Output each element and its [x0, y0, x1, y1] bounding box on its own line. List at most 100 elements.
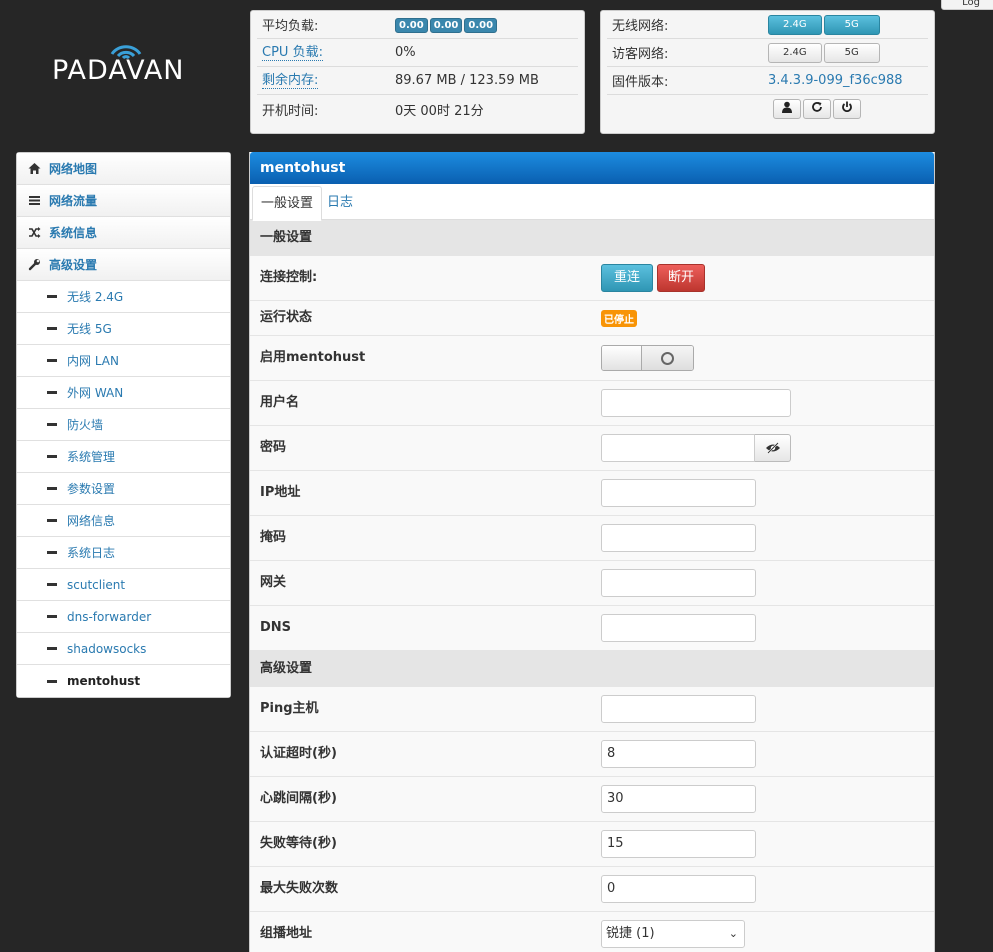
multicast-row: 组播地址 锐捷 (1) ⌄ — [250, 912, 934, 952]
sidebar-sub-system-admin[interactable]: 系统管理 — [17, 441, 230, 473]
sidebar-sub-shadowsocks[interactable]: shadowsocks — [17, 633, 230, 665]
sidebar-item-label: 系统信息 — [49, 226, 98, 240]
fail-wait-input[interactable]: 15 — [601, 830, 756, 858]
enable-toggle[interactable] — [601, 345, 694, 371]
gateway-input[interactable] — [601, 569, 756, 597]
mem-label[interactable]: 剩余内存: — [262, 73, 319, 89]
sidebar-sub-lan[interactable]: 内网 LAN — [17, 345, 230, 377]
firmware-label: 固件版本: — [612, 75, 669, 90]
wrench-icon — [27, 258, 41, 272]
sidebar-sub-firewall[interactable]: 防火墙 — [17, 409, 230, 441]
uptime-value: 0天 00时 21分 — [395, 103, 484, 119]
ping-input[interactable] — [601, 695, 756, 723]
sidebar-sub-dns-forwarder[interactable]: dns-forwarder — [17, 601, 230, 633]
sidebar-sub-mentohust[interactable]: mentohust — [17, 665, 230, 697]
username-row: 用户名 — [250, 381, 934, 426]
power-icon[interactable] — [833, 99, 861, 119]
sidebar-sub-label: shadowsocks — [67, 641, 147, 656]
dash-icon — [47, 295, 57, 298]
status-label: 运行状态 — [260, 310, 313, 325]
sidebar-sub-wireless-5g[interactable]: 无线 5G — [17, 313, 230, 345]
sidebar-sub-system-log[interactable]: 系统日志 — [17, 537, 230, 569]
sidebar-sub-label: 防火墙 — [67, 418, 104, 432]
connect-label: 连接控制: — [260, 270, 318, 285]
cpu-value: 0% — [395, 45, 416, 60]
dash-icon — [47, 551, 57, 554]
tab-bar: 一般设置 日志 — [250, 184, 934, 221]
status-badge: 已停止 — [601, 309, 637, 327]
dash-icon — [47, 327, 57, 330]
username-input[interactable] — [601, 389, 791, 417]
guest-24g-button[interactable]: 2.4G — [768, 42, 822, 63]
toggle-password-button[interactable] — [755, 434, 791, 462]
username-label: 用户名 — [260, 395, 300, 410]
sidebar-item-label: 高级设置 — [49, 258, 98, 272]
password-input[interactable] — [601, 434, 755, 462]
wireless-5g-button[interactable]: 5G — [823, 14, 880, 35]
sidebar-sub-params[interactable]: 参数设置 — [17, 473, 230, 505]
heartbeat-row: 心跳间隔(秒) 30 — [250, 777, 934, 822]
sidebar-sub-label: 外网 WAN — [67, 386, 124, 400]
disconnect-button[interactable]: 断开 — [657, 264, 706, 292]
dns-row: DNS — [250, 606, 934, 651]
page-title: mentohust — [250, 152, 934, 184]
sidebar-sub-wireless-24g[interactable]: 无线 2.4G — [17, 281, 230, 313]
auth-timeout-input[interactable]: 8 — [601, 740, 756, 768]
sidebar-sub-network-info[interactable]: 网络信息 — [17, 505, 230, 537]
password-label: 密码 — [260, 440, 287, 455]
user-icon[interactable] — [773, 99, 801, 119]
max-fail-row: 最大失败次数 0 — [250, 867, 934, 912]
heartbeat-input[interactable]: 30 — [601, 785, 756, 813]
status-row: 运行状态 已停止 — [250, 301, 934, 336]
mask-input[interactable] — [601, 524, 756, 552]
multicast-label: 组播地址 — [260, 926, 313, 941]
reconnect-button[interactable]: 重连 — [601, 264, 654, 292]
status-panel: 平均负载: 0.00 0.00 0.00 CPU 负载: 0% 剩余内存: 89.6… — [250, 10, 585, 134]
sidebar-sub-scutclient[interactable]: scutclient — [17, 569, 230, 601]
auth-timeout-label: 认证超时(秒) — [260, 746, 337, 761]
ping-row: Ping主机 — [250, 687, 934, 732]
refresh-icon[interactable] — [803, 99, 831, 119]
padavan-logo: PADAVAN — [52, 40, 202, 100]
sidebar-sub-label: 系统管理 — [67, 450, 116, 464]
log-tab[interactable]: Log — [941, 0, 993, 10]
sidebar-item-label: 网络流量 — [49, 194, 98, 208]
sidebar-item-advanced[interactable]: 高级设置 — [17, 249, 230, 281]
fail-wait-row: 失败等待(秒) 15 — [250, 822, 934, 867]
logo-text: PADAVAN — [52, 55, 185, 86]
wireless-24g-button[interactable]: 2.4G — [768, 14, 822, 35]
sidebar-item-system-info[interactable]: 系统信息 — [17, 217, 230, 249]
load-badge-2: 0.00 — [429, 17, 463, 33]
multicast-select[interactable]: 锐捷 (1) ⌄ — [601, 920, 745, 948]
load-badges: 0.00 0.00 0.00 — [395, 17, 499, 33]
sidebar-item-network-map[interactable]: 网络地图 — [17, 153, 230, 185]
tab-log[interactable]: 日志 — [319, 186, 361, 221]
dash-icon — [47, 487, 57, 490]
sidebar-sub-label: mentohust — [67, 674, 141, 688]
sidebar-sub-wan[interactable]: 外网 WAN — [17, 377, 230, 409]
sidebar-item-label: 网络地图 — [49, 162, 98, 176]
eye-slash-icon — [765, 442, 780, 454]
uptime-label: 开机时间: — [262, 103, 319, 119]
firmware-link[interactable]: 3.4.3.9-099_f36c988 — [768, 73, 903, 88]
tab-general[interactable]: 一般设置 — [252, 186, 323, 221]
home-icon — [27, 162, 41, 176]
max-fail-input[interactable]: 0 — [601, 875, 756, 903]
shuffle-icon — [27, 226, 41, 240]
load-label: 平均负载: — [262, 19, 319, 34]
guest-5g-button[interactable]: 5G — [823, 42, 880, 63]
dns-input[interactable] — [601, 614, 756, 642]
cpu-label[interactable]: CPU 负载: — [262, 45, 323, 61]
chevron-down-icon: ⌄ — [728, 927, 738, 940]
sidebar-item-traffic[interactable]: 网络流量 — [17, 185, 230, 217]
dash-icon — [47, 455, 57, 458]
dash-icon — [47, 359, 57, 362]
fail-wait-label: 失败等待(秒) — [260, 836, 337, 851]
ip-input[interactable] — [601, 479, 756, 507]
password-row: 密码 — [250, 426, 934, 471]
sidebar-sub-label: dns-forwarder — [67, 609, 152, 624]
dash-icon — [47, 391, 57, 394]
sidebar-sub-label: 参数设置 — [67, 482, 116, 496]
sidebar-sub-label: 系统日志 — [67, 546, 116, 560]
multicast-selected: 锐捷 (1) — [606, 926, 655, 941]
